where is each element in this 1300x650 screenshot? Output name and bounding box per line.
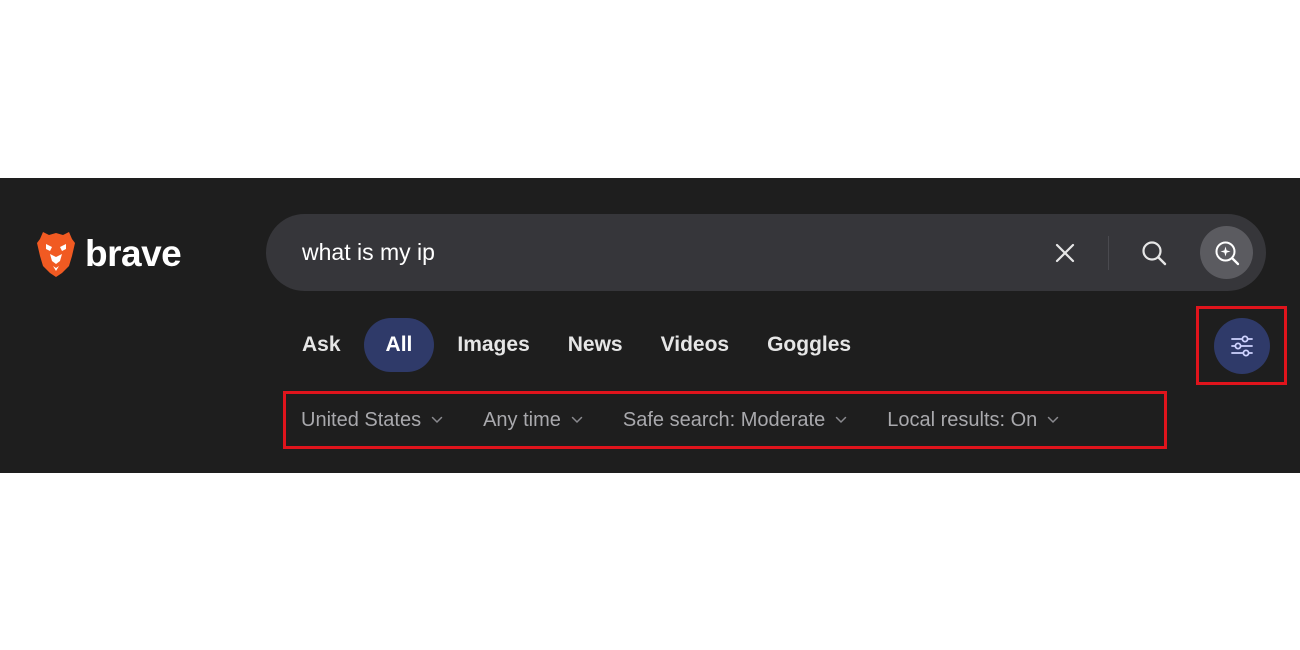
filter-time[interactable]: Any time [483,409,583,432]
search-filters: United States Any time Safe search: Mode… [301,402,1099,438]
chevron-down-icon [1047,416,1059,424]
tab-videos[interactable]: Videos [646,318,744,372]
tab-goggles[interactable]: Goggles [752,318,866,372]
filter-region[interactable]: United States [301,409,443,432]
clear-search-button[interactable] [1046,234,1084,272]
filter-region-label: United States [301,408,422,431]
filter-safe-search-label: Safe search: Moderate [622,408,826,431]
tab-all[interactable]: All [363,318,435,372]
tab-ask[interactable]: Ask [287,318,356,372]
tab-images[interactable]: Images [442,318,544,372]
close-icon [1055,243,1075,263]
filter-time-label: Any time [483,408,561,431]
filter-safe-search[interactable]: Safe search: Moderate [623,409,847,432]
brand-wordmark: brave [85,233,182,274]
search-header: brave Ask All Images News [0,178,1300,473]
filter-local-results[interactable]: Local results: On [887,409,1059,432]
search-bar [266,214,1266,291]
chevron-down-icon [431,416,443,424]
search-button[interactable] [1134,233,1174,273]
search-input[interactable] [302,232,1022,272]
tab-news[interactable]: News [553,318,638,372]
chevron-down-icon [835,416,847,424]
search-settings-button[interactable] [1214,318,1270,374]
search-divider [1108,236,1109,270]
chevron-down-icon [571,416,583,424]
filter-local-results-label: Local results: On [887,408,1038,431]
sliders-icon [1231,335,1253,357]
search-tabs: Ask All Images News Videos Goggles [287,318,874,372]
brave-logo[interactable]: brave [36,229,182,279]
ai-sparkle-search-icon [1215,241,1239,265]
brave-lion-icon [37,232,75,277]
ai-search-button[interactable] [1200,226,1253,279]
search-icon [1142,241,1167,266]
